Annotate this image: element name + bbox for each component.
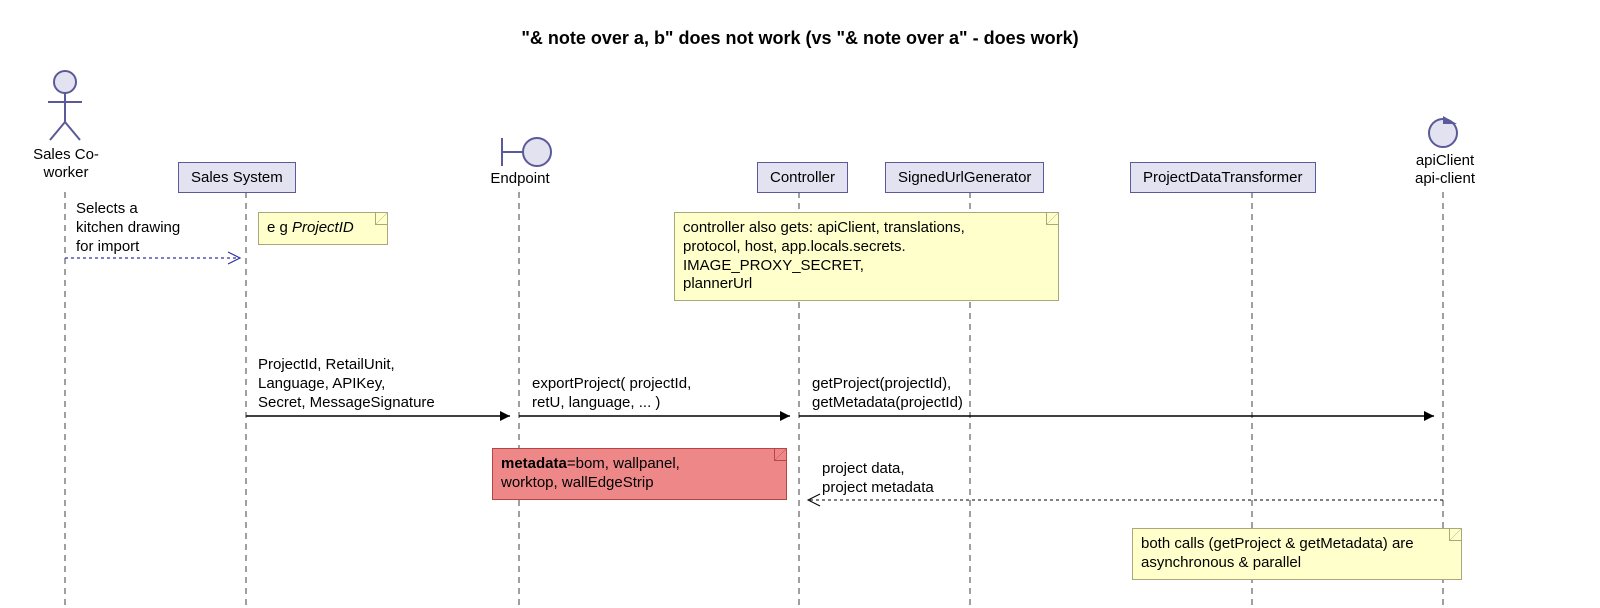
note-project-id-emph: ProjectID (292, 219, 354, 236)
message-label-3: exportProject( projectId, retU, language… (532, 375, 691, 413)
message-label-2: ProjectId, RetailUnit, Language, APIKey,… (258, 356, 435, 412)
actor-icon (48, 71, 82, 140)
participant-project-data-transformer: ProjectDataTransformer (1130, 162, 1316, 193)
message-arrow-2 (246, 411, 510, 421)
participant-endpoint: Endpoint (480, 170, 560, 188)
message-arrow-3 (519, 411, 790, 421)
api-client-icon (1429, 116, 1457, 147)
message-label-1: Selects a kitchen drawing for import (76, 200, 180, 256)
message-label-5: project data, project metadata (822, 460, 934, 498)
note-metadata: metadata=bom, wallpanel, worktop, wallEd… (492, 448, 787, 500)
note-controller-gets: controller also gets: apiClient, transla… (674, 212, 1059, 301)
note-async-parallel: both calls (getProject & getMetadata) ar… (1132, 528, 1462, 580)
participant-api-client: apiClient api-client (1405, 152, 1485, 188)
diagram-canvas (0, 0, 1600, 608)
note-project-id-prefix: e g (267, 219, 292, 236)
participant-sales-system: Sales System (178, 162, 296, 193)
note-project-id: e g ProjectID (258, 212, 388, 245)
participant-controller: Controller (757, 162, 848, 193)
participant-signed-url-generator: SignedUrlGenerator (885, 162, 1044, 193)
message-label-4: getProject(projectId), getMetadata(proje… (812, 375, 963, 413)
participant-actor: Sales Co-worker (24, 146, 108, 182)
note-controller-gets-text: controller also gets: apiClient, transla… (683, 219, 965, 292)
note-metadata-bold: metadata (501, 455, 567, 472)
boundary-icon (502, 138, 551, 166)
message-arrow-4 (799, 411, 1434, 421)
note-async-parallel-text: both calls (getProject & getMetadata) ar… (1141, 535, 1414, 571)
